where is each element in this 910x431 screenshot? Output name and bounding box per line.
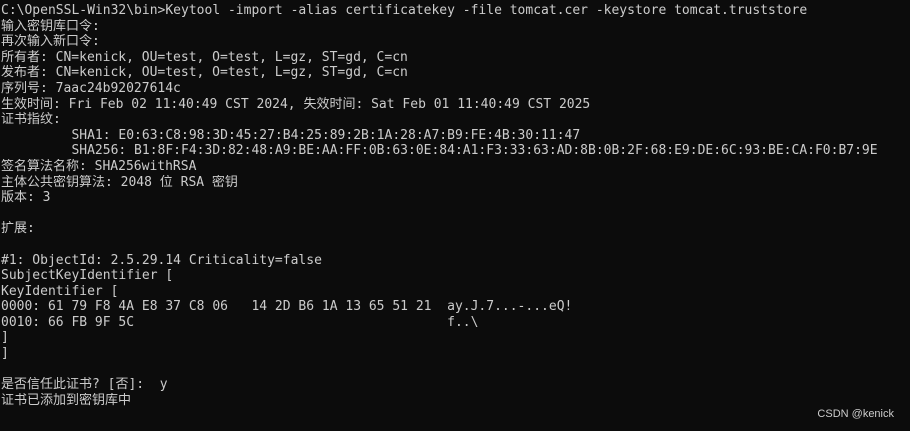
- command-line: C:\OpenSSL-Win32\bin>Keytool -import -al…: [1, 3, 808, 18]
- extension-objectid-line: #1: ObjectId: 2.5.29.14 Criticality=fals…: [1, 252, 322, 268]
- hex-dump-line: 0010: 66 FB 9F 5C f..\: [1, 314, 479, 330]
- extensions-header: 扩展:: [1, 221, 35, 237]
- public-key-algorithm-line: 主体公共密钥算法: 2048 位 RSA 密钥: [1, 174, 238, 190]
- serial-number-line: 序列号: 7aac24b92027614c: [1, 80, 181, 96]
- closing-bracket-line: ]: [1, 346, 9, 362]
- owner-line: 所有者: CN=kenick, OU=test, O=test, L=gz, S…: [1, 49, 408, 65]
- terminal-window[interactable]: C:\OpenSSL-Win32\bin>Keytool -import -al…: [0, 0, 910, 431]
- validity-line: 生效时间: Fri Feb 02 11:40:49 CST 2024, 失效时间…: [1, 96, 591, 112]
- issuer-line: 发布者: CN=kenick, OU=test, O=test, L=gz, S…: [1, 65, 408, 81]
- new-password-prompt: 再次输入新口令:: [1, 34, 100, 50]
- key-identifier-line: KeyIdentifier [: [1, 283, 119, 299]
- version-line: 版本: 3: [1, 190, 51, 206]
- csdn-watermark: CSDN @kenick: [817, 408, 894, 420]
- sha256-fingerprint: SHA256: B1:8F:F4:3D:82:48:A9:BE:AA:FF:0B…: [1, 143, 878, 159]
- keystore-password-prompt: 输入密钥库口令:: [1, 18, 100, 34]
- hex-dump-line: 0000: 61 79 F8 4A E8 37 C8 06 14 2D B6 1…: [1, 299, 573, 315]
- certificate-added-message: 证书已添加到密钥库中: [1, 392, 132, 408]
- trust-certificate-prompt: 是否信任此证书? [否]: y: [1, 377, 168, 393]
- closing-bracket-line: ]: [1, 330, 9, 346]
- subject-key-identifier-line: SubjectKeyIdentifier [: [1, 268, 174, 284]
- sha1-fingerprint: SHA1: E0:63:C8:98:3D:45:27:B4:25:89:2B:1…: [1, 127, 581, 143]
- fingerprint-header: 证书指纹:: [1, 112, 61, 128]
- signature-algorithm-line: 签名算法名称: SHA256withRSA: [1, 158, 197, 174]
